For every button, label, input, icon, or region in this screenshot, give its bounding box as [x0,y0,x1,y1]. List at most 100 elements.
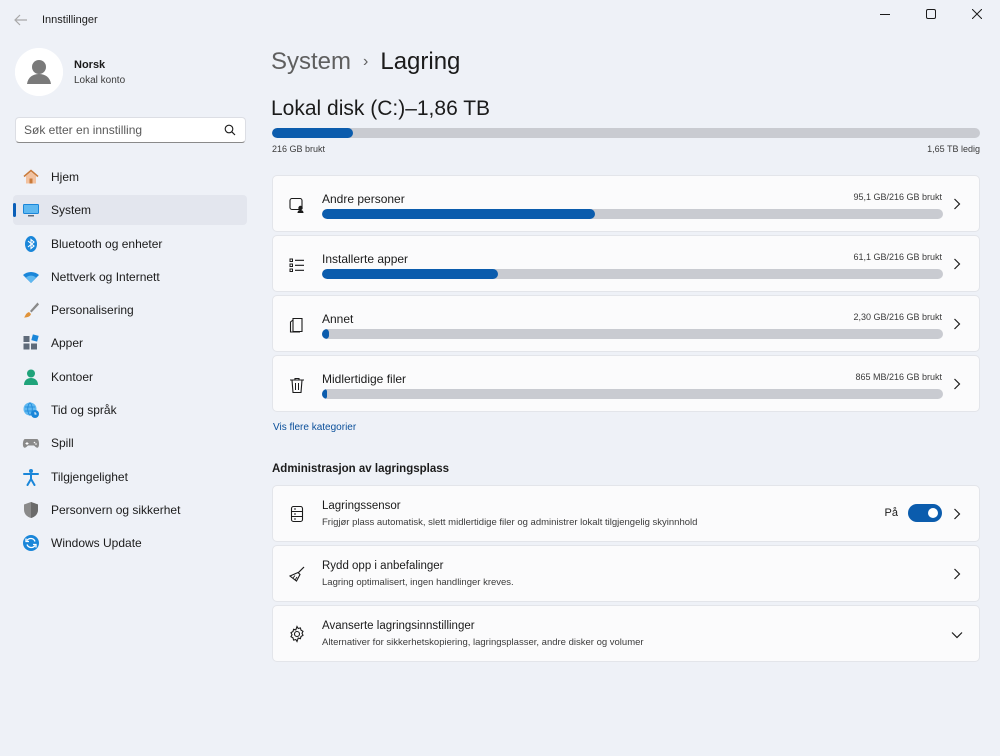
category-card-andre-personer[interactable]: Andre personer 95,1 GB/216 GB brukt [272,175,980,232]
disk-usage-fill [272,128,354,138]
category-card-annet[interactable]: Annet 2,30 GB/216 GB brukt [272,295,980,352]
show-more-categories-link[interactable]: Vis flere kategorier [273,422,356,433]
category-usage-fill [322,209,596,219]
category-size: 865 MB/216 GB brukt [855,372,942,382]
sidebar-item-label: Personvern og sikkerhet [51,502,181,517]
system-icon [22,201,40,219]
account-icon [22,368,40,386]
disk-title: Lokal disk (C:)–1,86 TB [271,97,491,120]
wifi-icon [22,268,40,286]
app-title: Innstillinger [42,14,98,26]
gear-icon [288,625,306,643]
search-input[interactable] [16,118,216,142]
disk-usage-bar [272,128,980,138]
sidebar-item-system[interactable]: System [13,195,247,226]
sidebar-item-label: Kontoer [51,369,94,384]
other-users-icon [288,196,306,214]
category-name: Midlertidige filer [322,372,407,386]
title-bar: Innstillinger [0,0,1000,40]
broom-icon [288,565,306,583]
disk-used-label: 216 GB brukt [272,144,326,154]
sidebar-item-spill[interactable]: Spill [13,428,247,458]
category-size: 95,1 GB/216 GB brukt [853,192,942,202]
sidebar-item-nettverk[interactable]: Nettverk og Internett [13,262,247,292]
maximize-button[interactable] [908,0,954,28]
sidebar-item-kontoer[interactable]: Kontoer [13,362,247,392]
advanced-storage-settings-card[interactable]: Avanserte lagringsinnstillinger Alternat… [272,605,980,662]
sidebar-item-windows-update[interactable]: Windows Update [13,528,247,558]
brush-icon [22,301,40,319]
user-profile[interactable]: Norsk Lokal konto [15,48,125,96]
storage-sense-description: Frigjør plass automatisk, slett midlerti… [322,517,698,528]
sidebar-item-label: Apper [51,336,84,351]
profile-account-type: Lokal konto [74,74,126,86]
category-name: Installerte apper [322,252,409,266]
chevron-right-icon [950,567,964,581]
sidebar-item-tid-og-sprak[interactable]: Tid og språk [13,395,247,425]
advanced-settings-description: Alternativer for sikkerhetskopiering, la… [322,637,644,648]
installed-apps-icon [288,256,306,274]
profile-name: Norsk [74,58,106,71]
chevron-down-icon [950,628,964,642]
globe-clock-icon [22,401,40,419]
sidebar-item-personalisering[interactable]: Personalisering [13,295,247,325]
cleanup-description: Lagring optimalisert, ingen handlinger k… [322,577,514,588]
advanced-settings-title: Avanserte lagringsinnstillinger [322,620,475,632]
maximize-icon [926,9,936,19]
category-usage-fill [322,329,329,339]
arrow-left-icon [14,14,27,26]
breadcrumb-separator: › [363,53,369,70]
search-icon[interactable] [224,124,236,136]
close-button[interactable] [954,0,1000,28]
cleanup-title: Rydd opp i anbefalinger [322,560,444,572]
sidebar-item-label: Tilgjengelighet [51,469,128,484]
category-size: 2,30 GB/216 GB brukt [853,312,942,322]
sidebar-item-label: Tid og språk [51,403,117,418]
sidebar-item-label: Bluetooth og enheter [51,236,163,251]
cleanup-recommendations-card[interactable]: Rydd opp i anbefalinger Lagring optimali… [272,545,980,602]
chevron-right-icon [950,257,964,271]
apps-icon [22,334,40,352]
category-name: Andre personer [322,192,405,206]
chevron-right-icon [950,317,964,331]
sidebar-item-label: Hjem [51,170,80,184]
sidebar-item-personvern[interactable]: Personvern og sikkerhet [13,495,247,525]
minimize-button[interactable] [862,0,908,28]
storage-sense-card[interactable]: Lagringssensor Frigjør plass automatisk,… [272,485,980,542]
breadcrumb-parent[interactable]: System [271,48,351,76]
gamepad-icon [22,434,40,452]
sidebar-item-tilgjengelighet[interactable]: Tilgjengelighet [13,462,247,492]
window-controls [862,0,1000,28]
shield-icon [22,501,40,519]
sidebar-item-label: Windows Update [51,536,142,551]
category-usage-bar [322,209,943,219]
chevron-right-icon [950,377,964,391]
category-size: 61,1 GB/216 GB brukt [853,252,942,262]
close-icon [972,9,982,19]
storage-icon [288,505,306,523]
category-usage-fill [322,389,327,399]
back-button[interactable] [10,9,32,31]
admin-section-title: Administrasjon av lagringsplass [272,463,450,475]
disk-free-label: 1,65 TB ledig [927,144,980,154]
bluetooth-icon [22,235,40,253]
category-card-installerte-apper[interactable]: Installerte apper 61,1 GB/216 GB brukt [272,235,980,292]
minimize-icon [880,14,890,15]
breadcrumb: System › Lagring [271,48,460,76]
sidebar-item-bluetooth[interactable]: Bluetooth og enheter [13,229,247,259]
category-name: Annet [322,312,354,326]
sidebar-item-apper[interactable]: Apper [13,328,247,358]
category-usage-fill [322,269,498,279]
storage-sense-toggle[interactable] [908,504,942,522]
page-title: Lagring [380,48,461,75]
avatar [15,48,63,96]
storage-sense-title: Lagringssensor [322,500,401,512]
category-card-midlertidige-filer[interactable]: Midlertidige filer 865 MB/216 GB brukt [272,355,980,412]
chevron-right-icon [950,507,964,521]
other-files-icon [288,316,306,334]
user-avatar-icon [15,48,63,96]
sidebar-item-hjem[interactable]: Hjem [13,162,247,192]
toggle-state-label: På [884,507,898,519]
trash-icon [288,376,306,394]
sidebar-item-label: System [51,203,92,218]
